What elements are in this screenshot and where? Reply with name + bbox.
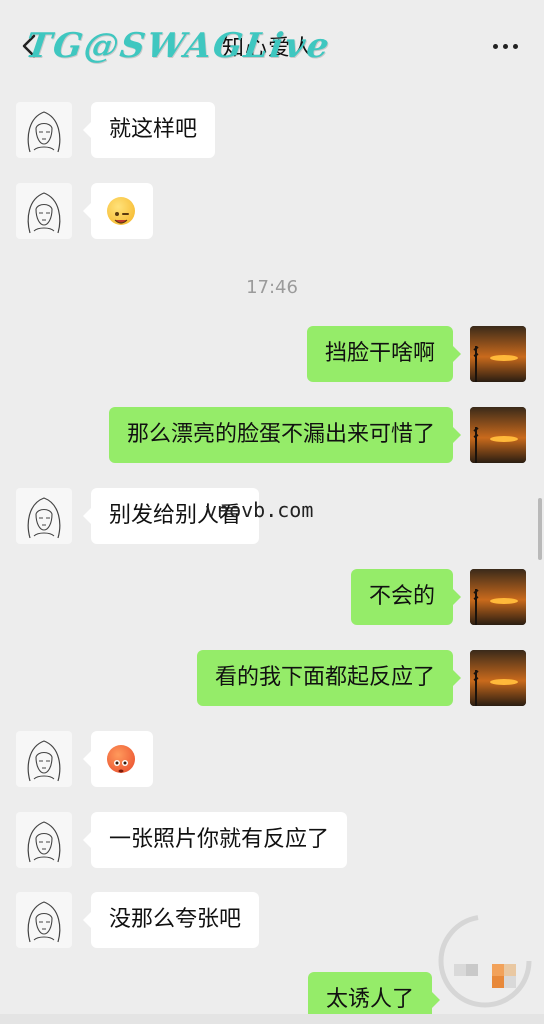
sunset-photo-icon xyxy=(470,326,526,382)
logo-watermark-icon xyxy=(438,914,532,1008)
winking-face-icon xyxy=(107,197,135,225)
input-bar-edge xyxy=(0,1014,544,1024)
sketch-portrait-icon xyxy=(27,497,61,539)
sketch-portrait-icon xyxy=(27,901,61,943)
message-bubble-sent[interactable]: 那么漂亮的脸蛋不漏出来可惜了 xyxy=(108,407,462,463)
chat-header: 知心爱人 TG@SWAGLive xyxy=(0,0,544,84)
message-timestamp: 17:46 xyxy=(246,277,298,298)
message-bubble-emoji[interactable] xyxy=(83,731,153,787)
scrollbar[interactable] xyxy=(538,498,542,560)
sketch-portrait-icon xyxy=(27,740,61,782)
message-bubble-received[interactable]: 就这样吧 xyxy=(82,102,216,158)
sunset-photo-icon xyxy=(470,650,526,706)
contact-avatar[interactable] xyxy=(16,892,72,948)
chat-screen: 知心爱人 TG@SWAGLive 就这样吧 17:46 挡脸干啥啊 那么漂亮的脸… xyxy=(0,0,544,1024)
user-avatar[interactable] xyxy=(470,407,526,463)
message-bubble-sent[interactable]: 看的我下面都起反应了 xyxy=(196,650,462,706)
user-avatar[interactable] xyxy=(470,326,526,382)
message-bubble-received[interactable]: 一张照片你就有反应了 xyxy=(82,812,348,868)
user-avatar[interactable] xyxy=(470,569,526,625)
sketch-portrait-icon xyxy=(27,821,61,863)
url-watermark: vnovb.com xyxy=(205,498,314,522)
flushed-face-icon xyxy=(107,745,135,773)
message-bubble-emoji[interactable] xyxy=(83,183,153,239)
more-options-icon[interactable] xyxy=(493,44,518,49)
contact-avatar[interactable] xyxy=(16,812,72,868)
message-bubble-sent[interactable]: 不会的 xyxy=(350,569,462,625)
contact-avatar[interactable] xyxy=(16,731,72,787)
watermark-text: TG@SWAGLive xyxy=(23,26,334,66)
sunset-photo-icon xyxy=(470,407,526,463)
message-bubble-received[interactable]: 没那么夸张吧 xyxy=(82,892,260,948)
message-bubble-sent[interactable]: 挡脸干啥啊 xyxy=(306,326,462,382)
sunset-photo-icon xyxy=(470,569,526,625)
contact-avatar[interactable] xyxy=(16,102,72,158)
contact-avatar[interactable] xyxy=(16,488,72,544)
contact-avatar[interactable] xyxy=(16,183,72,239)
user-avatar[interactable] xyxy=(470,650,526,706)
sketch-portrait-icon xyxy=(27,192,61,234)
sketch-portrait-icon xyxy=(27,111,61,153)
